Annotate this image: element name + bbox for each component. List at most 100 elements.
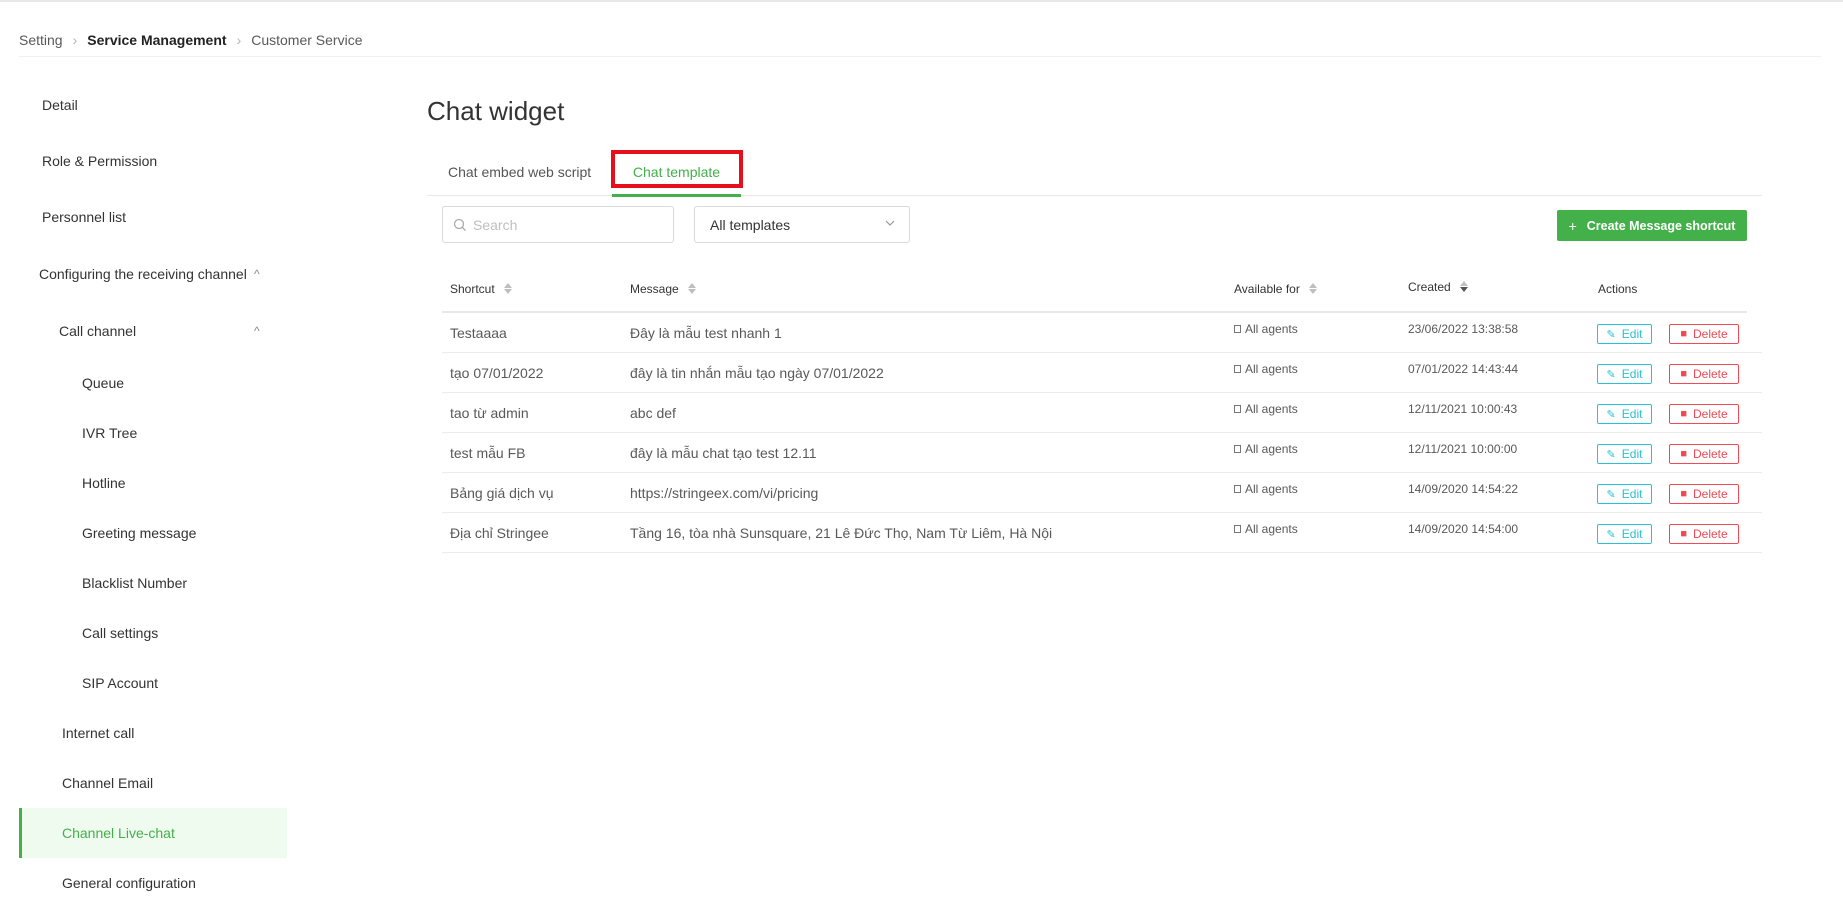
delete-button[interactable]: ■ Delete bbox=[1669, 324, 1739, 344]
delete-button[interactable]: ■ Delete bbox=[1669, 364, 1739, 384]
cell-shortcut: test mẫu FB bbox=[450, 445, 526, 461]
search-box[interactable] bbox=[442, 206, 674, 243]
edit-button[interactable]: ✎ Edit bbox=[1597, 404, 1652, 424]
sidebar-item-label: Greeting message bbox=[82, 525, 197, 541]
sidebar-item-configuring-receiving-channel[interactable]: Configuring the receiving channel ^ bbox=[19, 249, 287, 299]
delete-label: Delete bbox=[1692, 487, 1728, 501]
agent-icon bbox=[1234, 485, 1241, 493]
cell-available-for: All agents bbox=[1234, 309, 1298, 349]
cell-message: Tầng 16, tòa nhà Sunsquare, 21 Lê Đức Th… bbox=[630, 525, 1053, 541]
chevron-right-icon: › bbox=[72, 32, 78, 48]
header-label: Created bbox=[1408, 279, 1451, 294]
template-filter-select[interactable]: All templates bbox=[694, 206, 910, 243]
available-text: All agents bbox=[1245, 442, 1298, 456]
sidebar-item-label: Blacklist Number bbox=[82, 575, 188, 591]
sidebar-item-general-configuration[interactable]: General configuration bbox=[19, 858, 287, 908]
pencil-icon: ✎ bbox=[1606, 528, 1616, 541]
sidebar-item-label: Queue bbox=[82, 375, 125, 391]
sidebar-item-channel-live-chat[interactable]: Channel Live-chat bbox=[19, 808, 287, 858]
sidebar-item-greeting-message[interactable]: Greeting message bbox=[19, 508, 287, 558]
column-header-shortcut[interactable]: Shortcut bbox=[450, 264, 512, 313]
sidebar-item-hotline[interactable]: Hotline bbox=[19, 458, 287, 508]
sidebar-item-label: Detail bbox=[42, 97, 78, 113]
sort-icon bbox=[1459, 281, 1468, 292]
sidebar-item-role-permission[interactable]: Role & Permission bbox=[19, 136, 287, 186]
search-icon bbox=[453, 218, 466, 231]
delete-button[interactable]: ■ Delete bbox=[1669, 484, 1739, 504]
tab-chat-template[interactable]: Chat template bbox=[612, 148, 741, 197]
pencil-icon: ✎ bbox=[1606, 488, 1616, 501]
cell-shortcut: Bảng giá dịch vụ bbox=[450, 485, 554, 501]
cell-message: https://stringeex.com/vi/pricing bbox=[630, 485, 819, 501]
breadcrumb-service-management[interactable]: Service Management bbox=[87, 32, 226, 48]
cell-created: 23/06/2022 13:38:58 bbox=[1408, 322, 1519, 336]
edit-button[interactable]: ✎ Edit bbox=[1597, 364, 1652, 384]
edit-label: Edit bbox=[1621, 487, 1643, 501]
column-header-message[interactable]: Message bbox=[630, 264, 696, 313]
sort-icon bbox=[1308, 283, 1317, 294]
delete-label: Delete bbox=[1692, 327, 1728, 341]
cell-message: Đây là mẫu test nhanh 1 bbox=[630, 325, 782, 341]
sort-icon bbox=[687, 283, 696, 294]
available-text: All agents bbox=[1245, 362, 1298, 376]
available-text: All agents bbox=[1245, 322, 1298, 336]
cell-available-for: All agents bbox=[1234, 509, 1298, 549]
sidebar-item-channel-email[interactable]: Channel Email bbox=[19, 758, 287, 808]
page-title: Chat widget bbox=[427, 96, 565, 126]
create-message-shortcut-button[interactable]: + Create Message shortcut bbox=[1557, 210, 1747, 241]
chevron-up-icon: ^ bbox=[254, 267, 260, 281]
table-row: test mẫu FB đây là mẫu chat tạo test 12.… bbox=[442, 433, 1762, 473]
edit-button[interactable]: ✎ Edit bbox=[1597, 524, 1652, 544]
breadcrumb-divider bbox=[19, 56, 1821, 57]
table-row: tao từ admin abc def All agents 12/11/20… bbox=[442, 393, 1762, 433]
sidebar-item-label: General configuration bbox=[62, 875, 196, 891]
column-header-created[interactable]: Created bbox=[1408, 262, 1468, 311]
sidebar-item-call-channel[interactable]: Call channel ^ bbox=[19, 306, 287, 356]
trash-icon: ■ bbox=[1680, 328, 1687, 340]
cell-shortcut: Địa chỉ Stringee bbox=[450, 525, 549, 541]
column-header-available-for[interactable]: Available for bbox=[1234, 264, 1317, 313]
sidebar-item-label: Call channel bbox=[59, 323, 137, 339]
sidebar-item-personnel-list[interactable]: Personnel list bbox=[19, 192, 287, 242]
breadcrumb-customer-service: Customer Service bbox=[251, 32, 363, 48]
table-row: tạo 07/01/2022 đây là tin nhắn mẫu tạo n… bbox=[442, 353, 1762, 393]
sidebar-item-ivr-tree[interactable]: IVR Tree bbox=[19, 408, 287, 458]
sidebar-item-label: Channel Live-chat bbox=[62, 825, 175, 841]
breadcrumb-setting[interactable]: Setting bbox=[19, 32, 63, 48]
sidebar-item-label: Configuring the receiving channel bbox=[39, 266, 247, 282]
sidebar-item-sip-account[interactable]: SIP Account bbox=[19, 658, 287, 708]
available-text: All agents bbox=[1245, 522, 1298, 536]
cell-available-for: All agents bbox=[1234, 389, 1298, 429]
edit-label: Edit bbox=[1621, 327, 1643, 341]
edit-button[interactable]: ✎ Edit bbox=[1597, 484, 1652, 504]
edit-button[interactable]: ✎ Edit bbox=[1597, 444, 1652, 464]
sidebar-item-queue[interactable]: Queue bbox=[19, 358, 287, 408]
cell-created: 12/11/2021 10:00:43 bbox=[1408, 402, 1518, 416]
tab-chat-embed-web-script[interactable]: Chat embed web script bbox=[448, 148, 591, 196]
cell-message: đây là mẫu chat tạo test 12.11 bbox=[630, 445, 817, 461]
column-header-actions: Actions bbox=[1598, 264, 1637, 313]
delete-button[interactable]: ■ Delete bbox=[1669, 404, 1739, 424]
delete-button[interactable]: ■ Delete bbox=[1669, 524, 1739, 544]
cell-shortcut: tao từ admin bbox=[450, 405, 529, 421]
sidebar-item-label: IVR Tree bbox=[82, 425, 138, 441]
trash-icon: ■ bbox=[1680, 368, 1687, 380]
edit-button[interactable]: ✎ Edit bbox=[1597, 324, 1652, 344]
trash-icon: ■ bbox=[1680, 448, 1687, 460]
pencil-icon: ✎ bbox=[1606, 408, 1616, 421]
agent-icon bbox=[1234, 365, 1241, 373]
sidebar-item-label: Role & Permission bbox=[42, 153, 158, 169]
cell-available-for: All agents bbox=[1234, 469, 1298, 509]
delete-button[interactable]: ■ Delete bbox=[1669, 444, 1739, 464]
edit-label: Edit bbox=[1621, 367, 1643, 381]
sidebar-item-label: Personnel list bbox=[42, 209, 127, 225]
table-row: Bảng giá dịch vụ https://stringeex.com/v… bbox=[442, 473, 1762, 513]
sort-icon bbox=[503, 283, 512, 294]
sidebar-item-call-settings[interactable]: Call settings bbox=[19, 608, 287, 658]
delete-label: Delete bbox=[1692, 527, 1728, 541]
search-input[interactable] bbox=[473, 216, 663, 233]
sidebar-item-blacklist-number[interactable]: Blacklist Number bbox=[19, 558, 287, 608]
sidebar-item-internet-call[interactable]: Internet call bbox=[19, 708, 287, 758]
sidebar-item-detail[interactable]: Detail bbox=[19, 80, 287, 130]
trash-icon: ■ bbox=[1680, 408, 1687, 420]
